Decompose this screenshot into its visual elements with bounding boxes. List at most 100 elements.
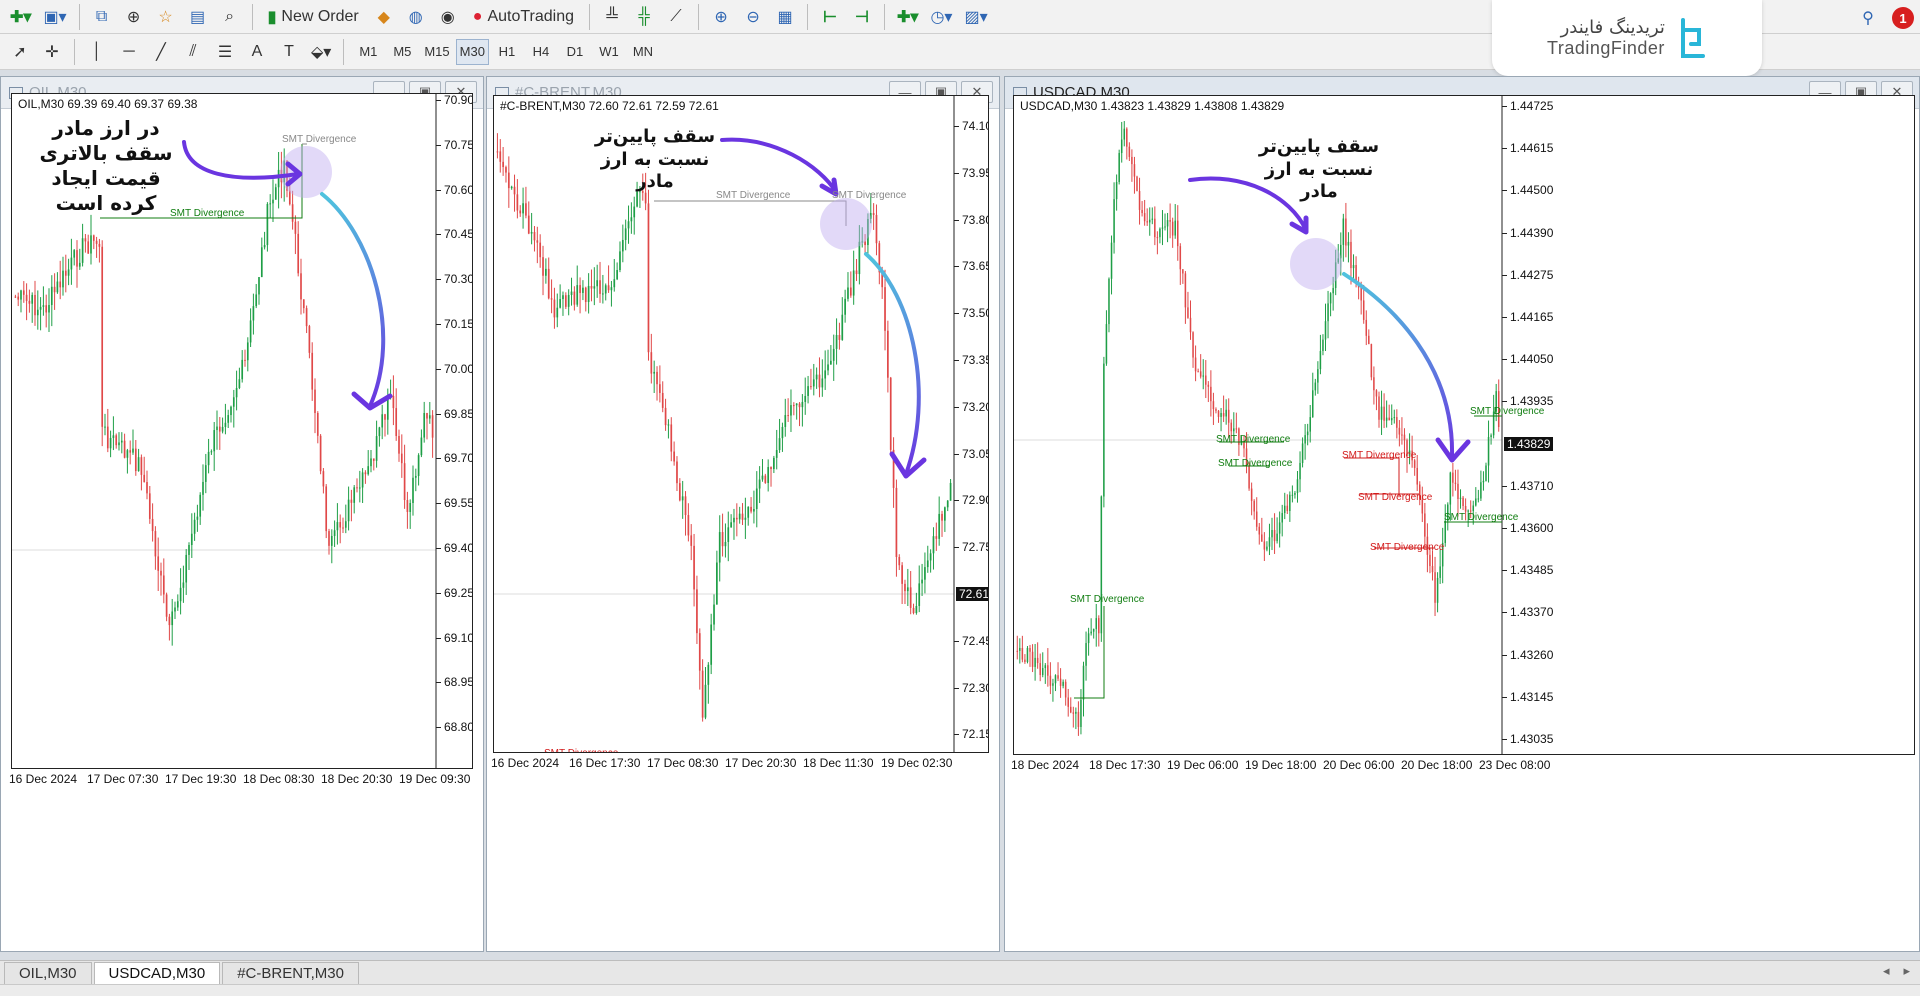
separator bbox=[884, 3, 886, 30]
price-tick-label: 1.44165 bbox=[1501, 310, 1554, 324]
terminal-icon[interactable]: ▤ bbox=[184, 3, 212, 31]
timeframe-group: M1 M5 M15 M30 H1 H4 D1 W1 MN bbox=[352, 38, 659, 65]
price-tick-label: 1.43600 bbox=[1501, 521, 1554, 535]
cursor-icon[interactable]: ➚ bbox=[6, 38, 34, 66]
annotation-arrow bbox=[720, 137, 838, 194]
time-tick-label: 19 Dec 06:00 bbox=[1167, 758, 1239, 772]
templates-icon[interactable]: ▨▾ bbox=[960, 3, 991, 31]
annotation-text: سقف پایین‌تر نسبت به ارز مادر bbox=[1258, 136, 1380, 202]
crosshair-icon[interactable]: ✛ bbox=[38, 38, 66, 66]
separator bbox=[74, 38, 75, 65]
brand-logo-icon bbox=[1680, 18, 1705, 58]
line-chart-icon[interactable]: ⟋ bbox=[662, 3, 690, 31]
fibonacci-icon[interactable]: ☰ bbox=[211, 38, 239, 66]
price-tick-label: 1.43485 bbox=[1501, 563, 1554, 578]
data-window-icon[interactable]: ⊕ bbox=[120, 3, 148, 31]
indicators-icon[interactable]: ✚▾ bbox=[893, 3, 922, 31]
price-tick-label: 69.10 bbox=[435, 630, 473, 645]
chart-shift-icon[interactable]: ⊣ bbox=[848, 3, 876, 31]
timeframe-m5-button[interactable]: M5 bbox=[386, 39, 418, 65]
price-tick-label: 1.44500 bbox=[1501, 183, 1554, 198]
brand-text: تریدینگ فایندر TradingFinder bbox=[1547, 17, 1665, 59]
chart-area[interactable]: #C-BRENT,M30 72.60 72.61 72.59 72.61 74.1… bbox=[493, 95, 989, 753]
autotrading-button[interactable]: ● AutoTrading bbox=[466, 3, 581, 31]
price-tick-label: 73.35 bbox=[953, 353, 988, 367]
price-tick-label: 1.44390 bbox=[1501, 225, 1554, 240]
smt-divergence-label: SMT Divergence bbox=[1370, 542, 1445, 553]
tab-brent[interactable]: #C-BRENT,M30 bbox=[222, 962, 359, 984]
price-tick-label: 70.75 bbox=[435, 137, 473, 152]
brand-logo: تریدینگ فایندر TradingFinder bbox=[1492, 0, 1762, 76]
candlestick-icon[interactable]: ╬ bbox=[630, 3, 658, 31]
smt-divergence-label: SMT Divergence bbox=[1216, 434, 1291, 445]
bar-chart-icon[interactable]: ╩ bbox=[598, 3, 626, 31]
search-icon[interactable]: ⚲ bbox=[1854, 4, 1882, 32]
timeframe-mn-button[interactable]: MN bbox=[627, 39, 659, 65]
chart-window-brent[interactable]: #C-BRENT,M30 — ▣ ✕ #C-BRENT,M30 72.60 72… bbox=[486, 76, 1000, 952]
price-tick-label: 1.44050 bbox=[1501, 352, 1554, 367]
price-tick-label: 72.90 bbox=[953, 493, 988, 507]
price-tick-label: 73.65 bbox=[953, 259, 988, 273]
timeframe-m30-button[interactable]: M30 bbox=[455, 38, 489, 65]
tab-prev-icon[interactable]: ◂ bbox=[1883, 963, 1890, 979]
vertical-line-icon[interactable]: │ bbox=[83, 38, 111, 66]
new-order-button[interactable]: ▮ New Order bbox=[261, 3, 366, 31]
equidistant-channel-icon[interactable]: ⫽ bbox=[179, 38, 207, 66]
text-label-icon[interactable]: T bbox=[275, 38, 303, 66]
chart-area[interactable]: USDCAD,M30 1.43823 1.43829 1.43808 1.438… bbox=[1013, 95, 1915, 755]
time-tick-label: 18 Dec 20:30 bbox=[321, 772, 393, 786]
shapes-icon[interactable]: ⬙▾ bbox=[307, 38, 335, 66]
price-tick-label: 72.15 bbox=[953, 727, 988, 741]
navigator-icon[interactable]: ☆ bbox=[152, 3, 180, 31]
time-axis: 18 Dec 2024 18 Dec 17:30 19 Dec 06:00 19 De… bbox=[1011, 755, 1915, 775]
price-tick-label: 73.95 bbox=[953, 166, 988, 180]
autoscroll-icon[interactable]: ⊢ bbox=[816, 3, 844, 31]
time-tick-label: 19 Dec 02:30 bbox=[881, 756, 953, 770]
chart-area[interactable]: OIL,M30 69.39 69.40 69.37 69.38 70.90 70.7… bbox=[11, 93, 473, 769]
new-chart-icon[interactable]: ✚▾ bbox=[6, 3, 35, 31]
right-toolbar: ⚲ 1 bbox=[1854, 4, 1914, 32]
timeframe-m1-button[interactable]: M1 bbox=[352, 39, 384, 65]
signals-icon[interactable]: ◍ bbox=[402, 3, 430, 31]
mt4-terminal: ✚▾ ▣▾ ⧉ ⊕ ☆ ▤ ⌕ ▮ New Order ◆ ◍ ◉ ● AutoTr… bbox=[0, 0, 1920, 996]
timeframe-w1-button[interactable]: W1 bbox=[593, 39, 625, 65]
timeframe-d1-button[interactable]: D1 bbox=[559, 39, 591, 65]
price-tick-label: 1.43035 bbox=[1501, 732, 1554, 746]
price-tick-label: 70.90 bbox=[435, 93, 473, 107]
tab-oil[interactable]: OIL,M30 bbox=[4, 962, 92, 984]
current-price-label: 72.61 bbox=[956, 587, 988, 601]
periods-icon[interactable]: ◷▾ bbox=[926, 3, 956, 31]
price-tick-label: 72.75 bbox=[953, 540, 988, 554]
zoom-out-icon[interactable]: ⊖ bbox=[739, 3, 767, 31]
zoom-in-icon[interactable]: ⊕ bbox=[707, 3, 735, 31]
ohlc-readout: USDCAD,M30 1.43823 1.43829 1.43808 1.438… bbox=[1020, 99, 1285, 113]
price-axis: 70.90 70.75 70.60 70.45 70.30 70.15 70.00 69.85… bbox=[435, 93, 473, 768]
time-tick-label: 19 Dec 09:30 bbox=[399, 772, 471, 786]
metaeditor-icon[interactable]: ◆ bbox=[370, 3, 398, 31]
annotation-arrow bbox=[1342, 272, 1455, 458]
profiles-icon[interactable]: ▣▾ bbox=[39, 3, 70, 31]
tab-next-icon[interactable]: ▸ bbox=[1903, 963, 1910, 979]
horizontal-line-icon[interactable]: ─ bbox=[115, 38, 143, 66]
price-tick-label: 72.45 bbox=[953, 634, 988, 648]
tile-windows-icon[interactable]: ▦ bbox=[771, 3, 799, 31]
text-icon[interactable]: A bbox=[243, 38, 271, 66]
price-tick-label: 70.60 bbox=[435, 182, 473, 197]
market-icon[interactable]: ◉ bbox=[434, 3, 462, 31]
timeframe-h1-button[interactable]: H1 bbox=[491, 39, 523, 65]
chart-window-usdcad[interactable]: USDCAD,M30 — ▣ ✕ USDCAD,M30 1.43823 1.43… bbox=[1004, 76, 1920, 952]
chart-window-oil[interactable]: OIL,M30 — ▣ ✕ OIL,M30 69.39 69.40 69.37 … bbox=[0, 76, 484, 952]
timeframe-h4-button[interactable]: H4 bbox=[525, 39, 557, 65]
strategy-tester-icon[interactable]: ⌕ bbox=[216, 3, 244, 31]
price-tick-label: 69.25 bbox=[435, 585, 473, 600]
price-tick-label: 69.55 bbox=[435, 496, 473, 511]
notification-badge[interactable]: 1 bbox=[1892, 7, 1914, 29]
current-price-label: 1.43829 bbox=[1504, 436, 1554, 451]
trendline-icon[interactable]: ╱ bbox=[147, 38, 175, 66]
autotrading-label: AutoTrading bbox=[487, 7, 575, 25]
price-tick-label: 69.70 bbox=[435, 451, 473, 466]
timeframe-m15-button[interactable]: M15 bbox=[420, 39, 453, 65]
market-watch-icon[interactable]: ⧉ bbox=[88, 3, 116, 31]
annotation-arrow bbox=[182, 140, 300, 180]
tab-usdcad[interactable]: USDCAD,M30 bbox=[93, 962, 221, 984]
